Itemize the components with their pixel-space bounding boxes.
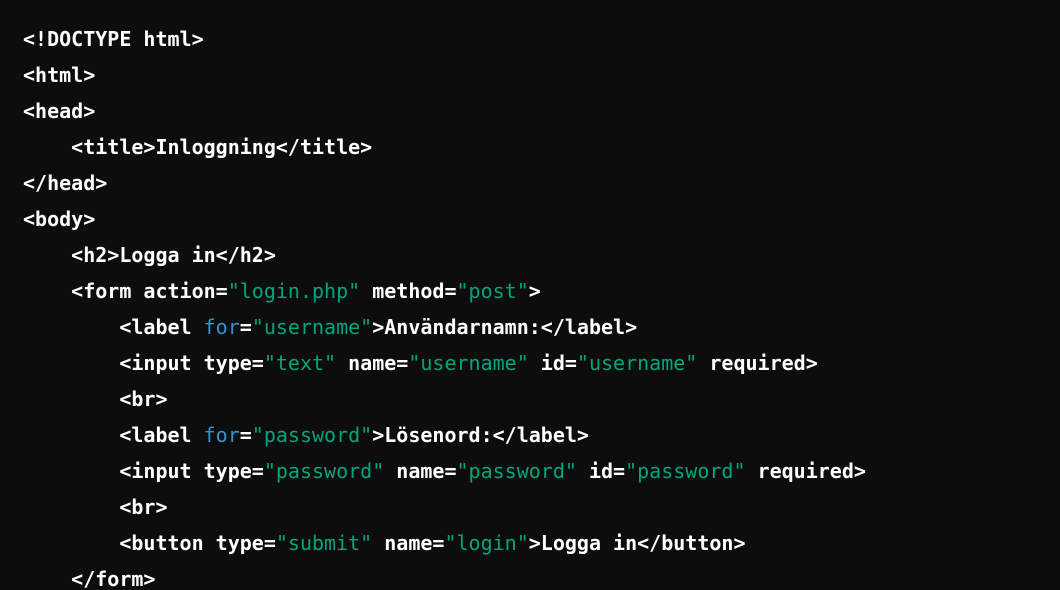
code-keyword-token: for xyxy=(203,315,240,339)
code-keyword-token: for xyxy=(203,423,240,447)
code-token: <form action= xyxy=(71,279,228,303)
code-token: method= xyxy=(360,279,457,303)
code-string-token: "post" xyxy=(456,279,529,303)
code-token: <h2>Logga in</h2> xyxy=(71,243,276,267)
code-token: <br> xyxy=(119,387,168,411)
code-line: </head> xyxy=(23,172,1060,208)
code-token: <br> xyxy=(119,495,168,519)
code-token: <label xyxy=(119,315,204,339)
code-line: <label for="password">Lösenord:</label> xyxy=(23,424,1060,460)
code-token: <button type= xyxy=(119,531,276,555)
code-token: > xyxy=(528,279,541,303)
code-line: <head> xyxy=(23,100,1060,136)
code-line: <br> xyxy=(23,388,1060,424)
code-string-token: "username" xyxy=(251,315,373,339)
code-token: required> xyxy=(697,351,818,375)
code-string-token: "username" xyxy=(576,351,698,375)
code-string-token: "text" xyxy=(263,351,337,375)
code-string-token: "username" xyxy=(408,351,529,375)
code-string-token: "password" xyxy=(625,459,746,483)
code-token: = xyxy=(239,315,252,339)
code-string-token: "submit" xyxy=(275,531,373,555)
code-token: <!DOCTYPE html> xyxy=(23,27,204,51)
code-token: id= xyxy=(528,351,577,375)
code-token: <title>Inloggning</title> xyxy=(71,135,373,159)
code-token: </form> xyxy=(71,567,156,590)
code-string-token: "password" xyxy=(263,459,385,483)
code-token: >Logga in</button> xyxy=(528,531,746,555)
code-token: id= xyxy=(576,459,626,483)
code-token: name= xyxy=(336,351,409,375)
code-token: >Lösenord:</label> xyxy=(372,423,589,447)
code-line: </form> xyxy=(23,568,1060,590)
code-line: <br> xyxy=(23,496,1060,532)
code-token: >Användarnamn:</label> xyxy=(372,315,638,339)
code-token: <label xyxy=(119,423,204,447)
code-token: name= xyxy=(384,459,457,483)
code-line: <input type="password" name="password" i… xyxy=(23,460,1060,496)
code-token: <html> xyxy=(23,63,96,87)
code-token: name= xyxy=(372,531,445,555)
code-string-token: "password" xyxy=(456,459,577,483)
code-string-token: "login" xyxy=(444,531,529,555)
code-block: <!DOCTYPE html> <html> <head> <title>Inlog… xyxy=(0,0,1060,590)
code-line: <html> xyxy=(23,64,1060,100)
code-token: <head> xyxy=(23,99,96,123)
code-line: <label for="username">Användarnamn:</lab… xyxy=(23,316,1060,352)
code-token: required> xyxy=(745,459,866,483)
code-string-token: "login.php" xyxy=(227,279,361,303)
code-line: <title>Inloggning</title> xyxy=(23,136,1060,172)
code-token: <input type= xyxy=(119,459,264,483)
code-token: <input type= xyxy=(119,351,264,375)
code-token: <body> xyxy=(23,207,96,231)
code-line: <h2>Logga in</h2> xyxy=(23,244,1060,280)
code-token: = xyxy=(239,423,252,447)
code-string-token: "password" xyxy=(251,423,373,447)
code-line: <form action="login.php" method="post"> xyxy=(23,280,1060,316)
code-line: <input type="text" name="username" id="u… xyxy=(23,352,1060,388)
code-token: </head> xyxy=(23,171,108,195)
code-line: <!DOCTYPE html> xyxy=(23,28,1060,64)
code-line: <button type="submit" name="login">Logga… xyxy=(23,532,1060,568)
code-line: <body> xyxy=(23,208,1060,244)
